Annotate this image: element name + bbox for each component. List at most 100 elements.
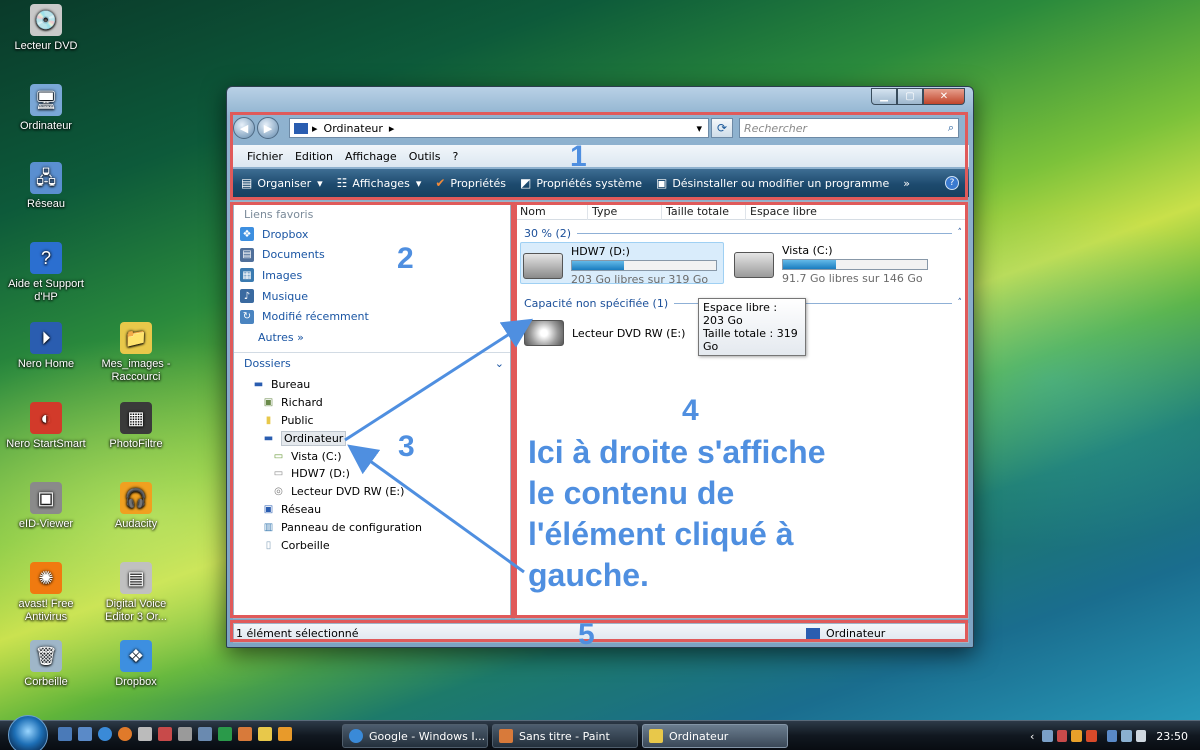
desktop-icon[interactable]: ❖ Dropbox [94, 640, 178, 689]
network-icon[interactable] [1042, 730, 1053, 742]
favorite-link[interactable]: ❖ Dropbox [234, 224, 510, 245]
drive-item[interactable]: Vista (C:) 91.7 Go libres sur 146 Go [732, 242, 942, 285]
internet-explorer-icon[interactable] [98, 727, 112, 741]
column-header-name[interactable]: Nom [516, 202, 588, 220]
menu-item[interactable]: Edition [295, 150, 333, 163]
desktop-icon[interactable]: 🎧 Audacity [94, 482, 178, 531]
app-icon[interactable] [278, 727, 292, 741]
tray-expand-icon[interactable]: ‹ [1030, 730, 1034, 743]
tray-app-icon[interactable] [1121, 730, 1132, 742]
back-arrow-icon[interactable]: ◀ [233, 117, 255, 139]
column-header-free-space[interactable]: Espace libre [746, 202, 834, 220]
tree-item[interactable]: ▭ Vista (C:) [234, 447, 510, 465]
chevron-up-icon[interactable]: ˄ [958, 298, 963, 308]
address-bar[interactable]: ▸ Ordinateur ▸ ▾ [289, 118, 709, 138]
column-header-total-size[interactable]: Taille totale [662, 202, 746, 220]
clock[interactable]: 23:50 [1156, 730, 1188, 743]
tree-item[interactable]: ▬ Bureau [234, 376, 510, 394]
column-header-type[interactable]: Type [588, 202, 662, 220]
tree-item[interactable]: ▯ Corbeille [234, 536, 510, 554]
desktop-icon[interactable]: ⏵ Nero Home [4, 322, 88, 371]
taskbar-button-paint[interactable]: Sans titre - Paint [492, 724, 638, 748]
app-icon[interactable] [198, 727, 212, 741]
search-icon[interactable]: ⌕ [948, 121, 954, 135]
taskbar-button-ordinateur[interactable]: Ordinateur [642, 724, 788, 748]
refresh-icon[interactable]: ⟳ [711, 118, 733, 138]
toolbar-items: ▤ Organiser ▾ ☷ Affichages ▾ ✔ Propriétés ◩ Propr… [241, 176, 924, 190]
printer-icon[interactable] [138, 727, 152, 741]
favorite-link[interactable]: ♪ Musique [234, 286, 510, 307]
favorite-link[interactable]: Autres » [234, 327, 510, 348]
toolbar-button[interactable]: ▤ Organiser ▾ [241, 176, 323, 190]
tray-app-icon[interactable] [1071, 730, 1083, 742]
chevron-down-icon[interactable]: ⌄ [495, 357, 504, 370]
drive-item[interactable]: Lecteur DVD RW (E:) [524, 314, 724, 352]
tree-item[interactable]: ▭ HDW7 (D:) [234, 465, 510, 483]
search-input[interactable]: Rechercher ⌕ [739, 118, 959, 138]
help-icon[interactable]: ? [945, 176, 959, 190]
tree-item[interactable]: ▣ Richard [234, 394, 510, 412]
firefox-icon[interactable] [118, 727, 132, 741]
favorite-link[interactable]: ▤ Documents [234, 245, 510, 266]
toolbar-button[interactable]: ✔ Propriétés [435, 176, 506, 190]
close-button[interactable]: ✕ [923, 88, 965, 105]
tree-item[interactable]: ▣ Réseau [234, 501, 510, 519]
toolbar-icon: ✔ [435, 176, 446, 190]
app-icon[interactable] [258, 727, 272, 741]
toolbar-button[interactable]: ◩ Propriétés système [520, 176, 642, 190]
folders-header[interactable]: Dossiers ⌄ [234, 352, 510, 374]
app-icon[interactable] [218, 727, 232, 741]
taskbar-button-google[interactable]: Google - Windows I... [342, 724, 488, 748]
breadcrumb-arrow-icon[interactable]: ▸ [312, 122, 318, 135]
address-dropdown-icon[interactable]: ▾ [696, 122, 702, 135]
favorite-link[interactable]: ↻ Modifié récemment [234, 306, 510, 327]
tray-app-icon[interactable] [1106, 730, 1118, 742]
start-button[interactable] [8, 715, 48, 750]
app-icon[interactable] [238, 727, 252, 741]
tree-item[interactable]: ◎ Lecteur DVD RW (E:) [234, 483, 510, 501]
annotation-note-line: gauche. [528, 557, 649, 593]
toolbar-button-label: Désinstaller ou modifier un programme [672, 176, 890, 190]
tray-app-icon[interactable] [1086, 730, 1097, 742]
chevron-up-icon[interactable]: ˄ [958, 228, 963, 238]
volume-icon[interactable] [1135, 730, 1147, 742]
forward-arrow-icon[interactable]: ▶ [257, 117, 279, 139]
desktop-icon[interactable]: 💿 Lecteur DVD [4, 4, 88, 53]
menu-item[interactable]: Fichier [247, 150, 283, 163]
toolbar-button[interactable]: ▣ Désinstaller ou modifier un programme [656, 176, 889, 190]
desktop-icon[interactable]: 📁 Mes_images - Raccourci [94, 322, 178, 384]
tree-item-label: Vista (C:) [291, 449, 342, 463]
menu-item[interactable]: Outils [409, 150, 441, 163]
tray-app-icon[interactable] [1056, 730, 1068, 742]
toolbar-button[interactable]: » [903, 177, 910, 190]
annotation-note: Ici à droite s'affiche le contenu de l'é… [528, 432, 958, 596]
desktop-icon[interactable]: ◐ Nero StartSmart [4, 402, 88, 451]
desktop-icon[interactable]: ▦ PhotoFiltre [94, 402, 178, 451]
minimize-button[interactable]: ▁ [871, 88, 897, 105]
desktop-icon[interactable]: 🗑 Corbeille [4, 640, 88, 689]
desktop-icon[interactable]: ▣ eID-Viewer [4, 482, 88, 531]
camera-icon[interactable] [158, 727, 172, 741]
tree-item[interactable]: ▬ Ordinateur [234, 429, 510, 447]
tree-item-label: Ordinateur [281, 430, 347, 446]
desktop-icon[interactable]: 🖥 Ordinateur [4, 84, 88, 133]
desktop-icon[interactable]: 🖧 Réseau [4, 162, 88, 211]
tools-icon[interactable] [178, 727, 192, 741]
tree-item[interactable]: ▥ Panneau de configuration [234, 518, 510, 536]
breadcrumb-ordinateur[interactable]: Ordinateur [324, 122, 383, 135]
maximize-button[interactable]: ▢ [897, 88, 923, 105]
desktop-icon[interactable]: ? Aide et Support d'HP [4, 242, 88, 304]
desktop-icon[interactable]: ✺ avast! Free Antivirus [4, 562, 88, 624]
favorite-link[interactable]: ▦ Images [234, 265, 510, 286]
desktop-icon[interactable]: ▤ Digital Voice Editor 3 Or... [94, 562, 178, 624]
drive-item[interactable]: HDW7 (D:) 203 Go libres sur 319 Go [520, 242, 724, 286]
toolbar-button[interactable]: ☷ Affichages ▾ [337, 176, 422, 190]
group-header[interactable]: 30 % (2) ˄ [516, 224, 968, 242]
show-desktop-icon[interactable] [58, 727, 72, 741]
tree-item[interactable]: ▮ Public [234, 412, 510, 430]
breadcrumb-arrow-icon[interactable]: ▸ [389, 122, 395, 135]
switch-windows-icon[interactable] [78, 727, 92, 741]
menu-item[interactable]: Affichage [345, 150, 397, 163]
menu-item[interactable]: ? [452, 150, 458, 163]
favorite-icon: ♪ [240, 289, 254, 304]
